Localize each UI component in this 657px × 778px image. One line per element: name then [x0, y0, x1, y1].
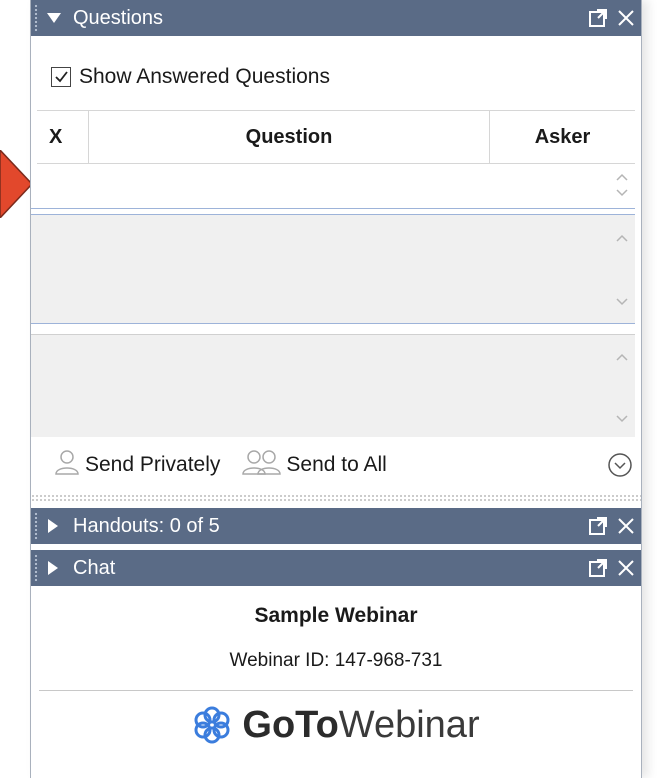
show-answered-checkbox[interactable]: [51, 67, 71, 87]
question-text-area[interactable]: [31, 214, 635, 324]
gotowebinar-control-panel: Questions Show Answered Questions X Ques…: [30, 0, 642, 778]
scroll-up-icon[interactable]: [615, 172, 629, 182]
scroll-up-icon[interactable]: [615, 233, 629, 243]
scroll-down-icon[interactable]: [615, 297, 629, 307]
column-header-x[interactable]: X: [37, 111, 89, 163]
popout-icon[interactable]: [587, 557, 609, 579]
gotowebinar-logo: GoTo Webinar: [31, 700, 641, 750]
questions-table-header: X Question Asker: [37, 110, 635, 164]
people-icon: [242, 448, 282, 482]
callout-arrow-icon: [0, 150, 34, 218]
scroll-up-icon[interactable]: [615, 349, 629, 367]
questions-title: Questions: [73, 6, 164, 29]
webinar-id: Webinar ID: 147-968-731: [229, 650, 443, 671]
show-answered-label: Show Answered Questions: [79, 65, 330, 88]
chat-title: Chat: [73, 556, 116, 579]
logo-text-light: Webinar: [338, 703, 480, 746]
send-privately-label: Send Privately: [85, 453, 221, 476]
question-text-scrollbar[interactable]: [609, 215, 635, 323]
question-list[interactable]: [31, 164, 635, 209]
send-to-all-label: Send to All: [286, 453, 387, 476]
expand-triangle-icon[interactable]: [47, 519, 65, 533]
close-icon[interactable]: [615, 515, 637, 537]
question-list-scrollbar[interactable]: [609, 164, 635, 208]
person-icon: [53, 448, 81, 482]
show-answered-checkbox-row[interactable]: Show Answered Questions: [51, 62, 330, 92]
scroll-down-icon[interactable]: [615, 188, 629, 198]
scroll-down-icon[interactable]: [615, 411, 629, 429]
expand-triangle-icon[interactable]: [47, 561, 65, 575]
close-icon[interactable]: [615, 7, 637, 29]
send-to-all-button[interactable]: Send to All: [242, 448, 387, 482]
column-header-asker[interactable]: Asker: [490, 111, 635, 163]
drag-grip[interactable]: [34, 512, 39, 540]
close-icon[interactable]: [615, 557, 637, 579]
column-header-question[interactable]: Question: [89, 111, 490, 163]
chat-title-bar[interactable]: Chat: [31, 550, 641, 586]
popout-icon[interactable]: [587, 515, 609, 537]
drag-grip[interactable]: [34, 4, 39, 32]
options-dropdown-icon[interactable]: [607, 452, 633, 478]
webinar-name: Sample Webinar: [254, 604, 418, 627]
handouts-title-bar[interactable]: Handouts: 0 of 5: [31, 508, 641, 544]
gotowebinar-flower-icon: [192, 705, 232, 745]
panel-divider: [31, 494, 641, 502]
handouts-title: Handouts: 0 of 5: [73, 514, 220, 537]
drag-grip[interactable]: [34, 554, 39, 582]
answer-text-area[interactable]: [31, 334, 635, 437]
footer-divider: [39, 690, 633, 691]
logo-text-bold: GoTo: [242, 703, 339, 746]
answer-text-scrollbar[interactable]: [609, 335, 635, 437]
collapse-triangle-icon[interactable]: [47, 12, 65, 24]
send-actions-row: Send Privately Send to All: [31, 440, 641, 490]
questions-title-bar[interactable]: Questions: [31, 0, 641, 36]
send-privately-button[interactable]: Send Privately: [53, 448, 220, 482]
popout-icon[interactable]: [587, 7, 609, 29]
